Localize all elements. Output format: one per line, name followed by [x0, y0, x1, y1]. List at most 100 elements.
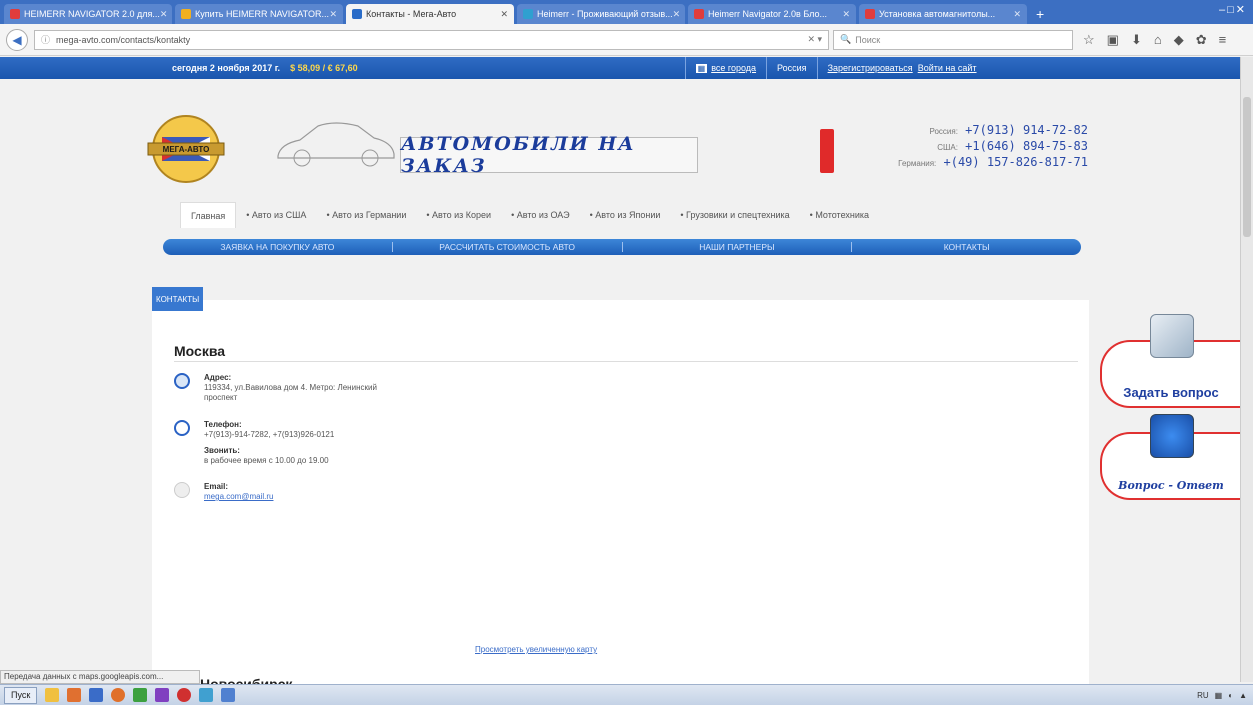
browser-tab-strip: HEIMERR NAVIGATOR 2.0 для... ✕ Купить HEI… — [0, 0, 1253, 24]
chrome-icon[interactable] — [177, 688, 192, 702]
save-icon[interactable] — [89, 688, 104, 702]
browser-tab[interactable]: Heimerr - Проживающий отзыв... ✕ — [517, 4, 685, 24]
current-date: сегодня 2 ноября 2017 г. — [172, 63, 281, 73]
breadcrumb[interactable]: КОНТАКТЫ — [152, 287, 204, 311]
menu-item-usa[interactable]: • Авто из США — [236, 202, 316, 228]
menu-item-japan[interactable]: • Авто из Японии — [580, 202, 671, 228]
url-text: mega-avto.com/contacts/kontakty — [56, 34, 191, 45]
app-icon[interactable] — [155, 688, 170, 702]
address-bar[interactable]: ⓘ mega-avto.com/contacts/kontakty ✕ ▾ — [34, 29, 829, 50]
currency-rates: $ 58,09 / € 67,60 — [290, 63, 358, 73]
photo-icon[interactable] — [199, 688, 214, 702]
car-outline-icon — [270, 116, 400, 171]
address-value: 119334, ул.Вавилова дом 4. Метро: Ленинс… — [204, 383, 377, 402]
extension-icon[interactable]: ✿ — [1196, 32, 1207, 48]
pocket-icon[interactable]: ◆ — [1174, 32, 1184, 48]
view-map-link[interactable]: Просмотреть увеличенную карту — [475, 645, 597, 654]
start-button[interactable]: Пуск — [4, 686, 38, 704]
faq-widget[interactable]: Вопрос - Ответ — [1100, 414, 1240, 500]
close-tab-icon[interactable]: ✕ — [160, 9, 168, 20]
help-icon — [1150, 414, 1194, 458]
media-icon[interactable] — [67, 688, 82, 702]
window-controls[interactable]: –□✕ — [1219, 3, 1247, 16]
sub-menu: ЗАЯВКА НА ПОКУПКУ АВТО РАССЧИТАТЬ СТОИМО… — [163, 239, 1081, 255]
volume-icon[interactable]: ◐ — [1228, 691, 1233, 700]
region-select[interactable]: Россия — [766, 57, 817, 79]
firefox-icon[interactable] — [111, 688, 126, 702]
tray-arrow-icon[interactable]: ▲ — [1239, 691, 1247, 700]
email-link[interactable]: mega.com@mail.ru — [204, 492, 273, 501]
close-tab-icon[interactable]: ✕ — [329, 9, 337, 20]
ask-question-label: Задать вопрос — [1123, 385, 1219, 400]
network-icon[interactable]: ▦ — [1215, 691, 1223, 700]
new-tab-button[interactable]: + — [1036, 6, 1044, 22]
star-icon[interactable]: ☆ — [1083, 32, 1095, 48]
explorer-icon[interactable] — [45, 688, 60, 702]
register-link[interactable]: Зарегистрироваться — [828, 63, 913, 73]
login-link[interactable]: Войти на сайт — [918, 63, 977, 73]
menu-item-uae[interactable]: • Авто из ОАЭ — [501, 202, 580, 228]
menu-icon[interactable]: ≡ — [1219, 32, 1227, 48]
reload-icon[interactable]: ✕ ▾ — [807, 34, 822, 45]
tab-favicon-icon — [352, 9, 362, 19]
call-hours: в рабочее время с 10.00 до 19.00 — [204, 456, 329, 465]
phone-contact-block: Телефон: +7(913)-914-7282, +7(913)926-01… — [174, 420, 414, 475]
browser-tab[interactable]: HEIMERR NAVIGATOR 2.0 для... ✕ — [4, 4, 172, 24]
phone-row: Россия: +7(913) 914-72-82 — [929, 123, 1088, 137]
phone-number[interactable]: +1(646) 894-75-83 — [965, 139, 1088, 153]
browser-tab[interactable]: Heimerr Navigator 2.0в Бло... ✕ — [688, 4, 856, 24]
window-icon[interactable] — [221, 688, 236, 702]
menu-item-home[interactable]: Главная — [180, 202, 237, 228]
browser-tab[interactable]: Установка автомагнитолы... ✕ — [859, 4, 1027, 24]
tab-label: Контакты - Мега-Авто — [366, 9, 457, 19]
phone-list: Россия: +7(913) 914-72-82 США: +1(646) 8… — [848, 123, 1088, 171]
site-logo[interactable]: МЕГА-АВТО — [140, 109, 232, 189]
pen-icon — [1150, 314, 1194, 358]
tab-label: Установка автомагнитолы... — [879, 9, 996, 19]
logo-emblem-icon: МЕГА-АВТО — [147, 115, 225, 183]
ask-question-widget[interactable]: Задать вопрос — [1100, 314, 1240, 408]
page-scrollbar[interactable] — [1240, 57, 1253, 682]
email-label: Email: — [204, 482, 229, 491]
menu-item-trucks[interactable]: • Грузовики и спецтехника — [670, 202, 799, 228]
back-arrow-icon[interactable]: ◀ — [6, 28, 28, 51]
tab-label: Купить HEIMERR NAVIGATOR... — [195, 9, 329, 19]
chart-icon[interactable] — [133, 688, 148, 702]
toolbar-icons: ☆ ▣ ⬇ ⌂ ◆ ✿ ≡ — [1083, 32, 1226, 48]
tab-favicon-icon — [694, 9, 704, 19]
phone-number[interactable]: +7(913) 914-72-82 — [965, 123, 1088, 137]
call-label: Звонить: — [204, 446, 240, 455]
download-icon[interactable]: ⬇ — [1131, 32, 1142, 48]
city-select[interactable]: ▦ все города — [684, 57, 766, 79]
os-taskbar: Пуск RU ▦ ◐ ▲ — [0, 684, 1253, 705]
email-block: Email: mega.com@mail.ru — [174, 482, 414, 512]
logo-text: МЕГА-АВТО — [163, 145, 210, 154]
language-indicator[interactable]: RU — [1197, 691, 1209, 700]
menu-item-moto[interactable]: • Мототехника — [800, 202, 879, 228]
tab-favicon-icon — [181, 9, 191, 19]
phone-row: США: +1(646) 894-75-83 — [937, 139, 1088, 153]
city-link[interactable]: все города — [711, 63, 756, 73]
browser-tab[interactable]: Купить HEIMERR NAVIGATOR... ✕ — [175, 4, 343, 24]
search-input[interactable]: 🔍 Поиск — [833, 29, 1073, 50]
city-heading: Москва — [174, 343, 226, 359]
menu-item-korea[interactable]: • Авто из Кореи — [416, 202, 501, 228]
menu-item-germany[interactable]: • Авто из Германии — [316, 202, 416, 228]
close-tab-icon[interactable]: ✕ — [1013, 9, 1021, 20]
submenu-order[interactable]: ЗАЯВКА НА ПОКУПКУ АВТО — [163, 242, 392, 252]
phone-block: Россия: +7(913) 914-72-82 США: +1(646) 8… — [808, 121, 1088, 176]
browser-tab-active[interactable]: Контакты - Мега-Авто ✕ — [346, 4, 514, 24]
close-tab-icon[interactable]: ✕ — [842, 9, 850, 20]
tab-favicon-icon — [865, 9, 875, 19]
submenu-contacts[interactable]: КОНТАКТЫ — [852, 242, 1081, 252]
site-top-bar: сегодня 2 ноября 2017 г. $ 58,09 / € 67,… — [0, 57, 1240, 79]
submenu-calc[interactable]: РАССЧИТАТЬ СТОИМОСТЬ АВТО — [393, 242, 622, 252]
phone-number[interactable]: +(49) 157-826-817-71 — [944, 155, 1089, 169]
system-tray: RU ▦ ◐ ▲ — [1197, 691, 1253, 700]
home-icon[interactable]: ⌂ — [1154, 32, 1162, 48]
submenu-partners[interactable]: НАШИ ПАРТНЕРЫ — [623, 242, 852, 252]
library-icon[interactable]: ▣ — [1107, 32, 1119, 48]
close-tab-icon[interactable]: ✕ — [500, 9, 508, 20]
close-tab-icon[interactable]: ✕ — [673, 9, 681, 20]
scrollbar-thumb[interactable] — [1243, 97, 1251, 237]
